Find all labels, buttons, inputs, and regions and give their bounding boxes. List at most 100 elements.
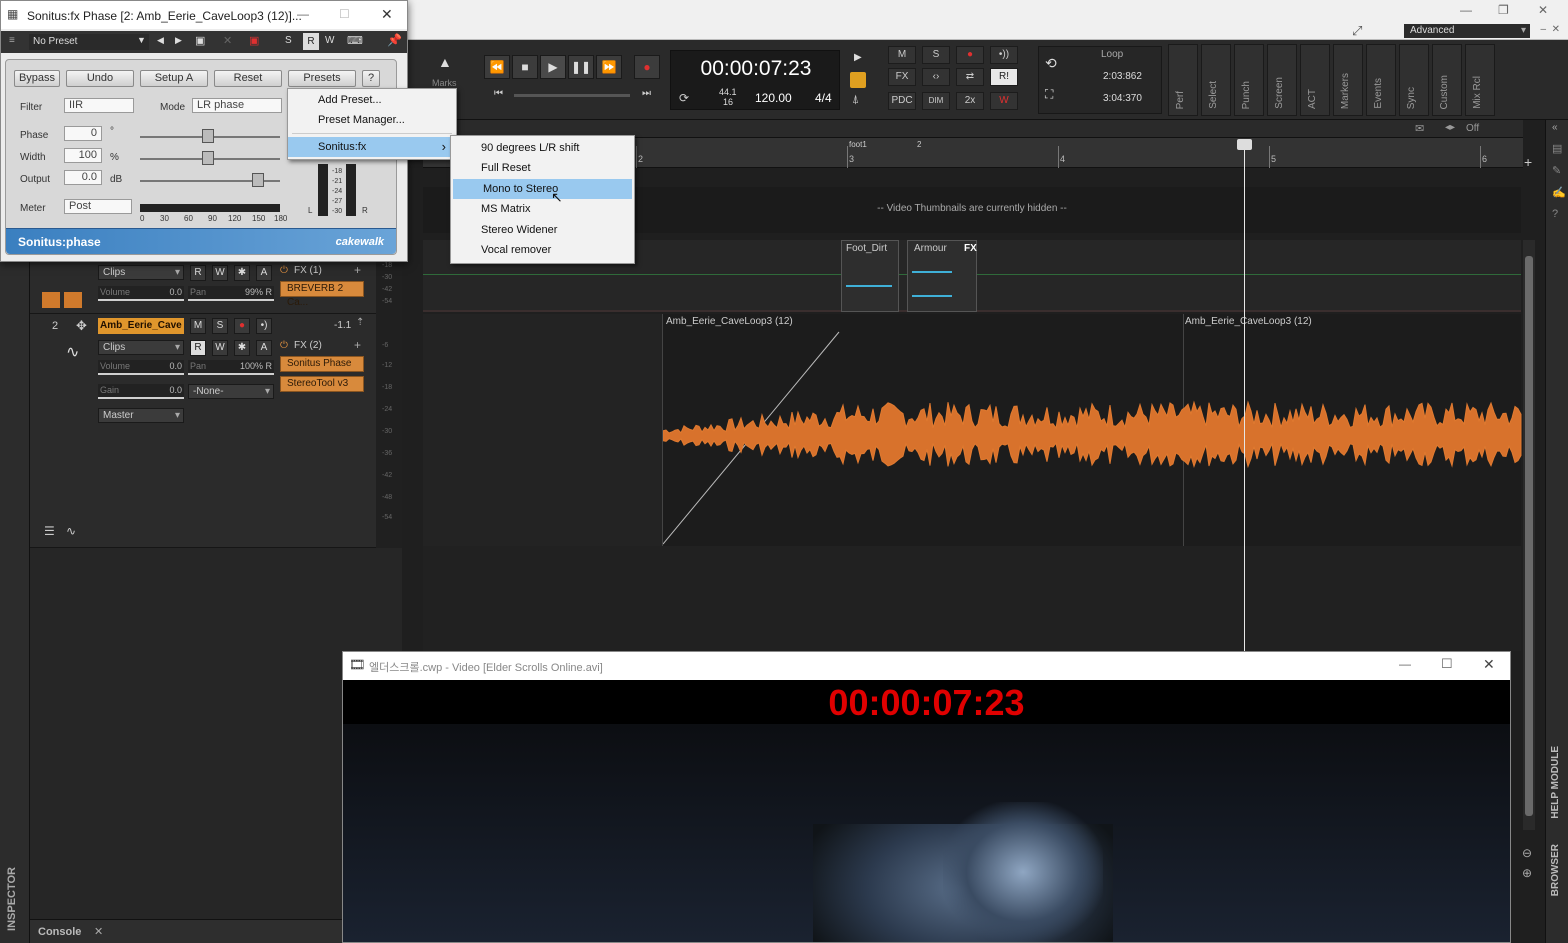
module-tab-custom[interactable]: Custom — [1432, 44, 1462, 116]
input-select[interactable]: -None- — [188, 384, 274, 399]
marks-icon[interactable]: ▲ — [438, 54, 452, 70]
pin-icon[interactable]: 📌 — [387, 33, 402, 47]
module-tab-select[interactable]: Select — [1201, 44, 1231, 116]
track-name[interactable]: Amb_Eerie_Cave — [98, 318, 184, 334]
dim-button[interactable]: DIM — [922, 92, 950, 110]
fx-slot[interactable]: BREVERB 2 Ca... — [280, 281, 364, 308]
record-arm-button[interactable]: ● — [234, 318, 250, 334]
menu-item-add-preset[interactable]: Add Preset... — [288, 90, 456, 110]
fast-forward-button[interactable]: ⏩ — [596, 55, 622, 79]
setup-button[interactable]: Setup A — [140, 70, 208, 87]
empty-track-area[interactable] — [423, 546, 1521, 651]
go-to-start-icon[interactable]: ⏮ — [494, 88, 503, 99]
help-button[interactable]: ? — [362, 70, 380, 87]
collapse-icon[interactable]: « — [1552, 122, 1558, 133]
module-tab-sync[interactable]: Sync — [1399, 44, 1429, 116]
mute-button[interactable]: M — [190, 318, 206, 334]
module-tab-events[interactable]: Events — [1366, 44, 1396, 116]
track-2-header[interactable]: 2 ✥ Amb_Eerie_Cave M S ● •) -1.1 ⇡ ∿ Cli… — [30, 314, 402, 548]
record-arm-button[interactable]: ● — [956, 46, 984, 64]
go-to-end-icon[interactable]: ⏭ — [642, 88, 651, 99]
module-tab-mix-recall[interactable]: Mix Rcl — [1465, 44, 1495, 116]
minimize-icon[interactable]: — — [1399, 657, 1411, 671]
automation-button[interactable]: ⇄ — [956, 68, 984, 86]
menu-item-vocal-remover[interactable]: Vocal remover — [451, 240, 634, 260]
fx-slot[interactable]: Sonitus Phase — [280, 356, 364, 372]
module-tab-punch[interactable]: Punch — [1234, 44, 1264, 116]
fx-bypass-button[interactable]: FX — [888, 68, 916, 86]
undo-button[interactable]: Undo — [66, 70, 134, 87]
close-icon[interactable]: ✕ — [94, 925, 103, 938]
gain-slider[interactable]: Gain 0.0 — [98, 384, 184, 399]
snap-icon[interactable]: ◂▸ — [1445, 122, 1455, 133]
expand-icon[interactable]: ⤢ — [1352, 23, 1362, 39]
maximize-icon[interactable]: ☐ — [1441, 656, 1453, 672]
console-tab[interactable]: Console ✕ — [30, 919, 342, 943]
keyboard-icon[interactable]: ⌨ — [347, 34, 363, 47]
now-time-marker[interactable] — [1237, 139, 1252, 150]
read-button[interactable]: R — [303, 33, 319, 50]
solo-button[interactable]: S — [212, 318, 228, 334]
pan-slider[interactable]: Pan 99% R — [188, 286, 274, 301]
add-fx-icon[interactable]: + — [354, 263, 361, 277]
play-from-icon[interactable]: ▶ — [854, 52, 862, 63]
scroll-thumb[interactable] — [1525, 256, 1533, 816]
loop-end[interactable]: 3:04:370 — [1103, 93, 1142, 104]
output-select[interactable]: Master — [98, 408, 184, 423]
pause-button[interactable]: ❚❚ — [568, 55, 594, 79]
read-button[interactable]: R — [190, 340, 206, 356]
workspace-select[interactable]: Advanced — [1404, 24, 1530, 38]
edit-icon[interactable]: ✍ — [1552, 186, 1566, 199]
width-slider-thumb[interactable] — [202, 151, 214, 165]
module-tab-perf[interactable]: Perf — [1168, 44, 1198, 116]
time-signature[interactable]: 4/4 — [815, 91, 832, 105]
maximize-icon[interactable]: ☐ — [339, 7, 350, 21]
delete-icon[interactable]: ✕ — [223, 34, 232, 47]
module-tab-act[interactable]: ACT — [1300, 44, 1330, 116]
menu-item-mono-to-stereo[interactable]: Mono to Stereo — [453, 179, 632, 199]
help-icon[interactable]: ? — [1552, 208, 1558, 220]
snap-off-label[interactable]: Off — [1466, 123, 1479, 134]
zoom-out-icon[interactable]: ⊖ — [1522, 846, 1532, 860]
power-icon[interactable]: ⏻ — [280, 265, 288, 276]
loop-fit-icon[interactable]: ⛶ — [1045, 87, 1053, 102]
track-2-lane[interactable]: Amb_Eerie_CaveLoop3 (12) Amb_Eerie_CaveL… — [423, 314, 1522, 546]
snapshot-button[interactable]: ✱ — [234, 265, 250, 281]
volume-slider[interactable]: Volume 0.0 — [98, 360, 184, 375]
envelope-icon[interactable]: ✉ — [1415, 122, 1424, 135]
auto-button[interactable]: A — [256, 340, 272, 356]
inspector-tab[interactable]: INSPECTOR — [6, 867, 18, 931]
mute-all-button[interactable]: M — [888, 46, 916, 64]
play-button[interactable]: ▶ — [540, 55, 566, 79]
output-slider-thumb[interactable] — [252, 173, 264, 187]
list-icon[interactable]: ▤ — [1552, 142, 1562, 155]
clip[interactable]: Foot_Dirt — [841, 240, 899, 312]
auto-button[interactable]: A — [256, 265, 272, 281]
write-button[interactable]: W — [212, 340, 228, 356]
input-echo-button[interactable]: •) — [256, 318, 272, 334]
loop-toggle-icon[interactable]: ⟲ — [1045, 55, 1057, 72]
menu-item-sonitus-fx[interactable]: Sonitus:fx — [288, 137, 456, 157]
record-button[interactable]: ● — [634, 55, 660, 79]
volume-slider[interactable]: Volume 0.0 — [98, 286, 184, 301]
marker-flag[interactable]: 2 — [917, 140, 921, 149]
width-field[interactable]: 100 — [64, 148, 102, 163]
minimize-icon[interactable]: — — [297, 7, 309, 21]
snapshot-button[interactable]: ✱ — [234, 340, 250, 356]
add-icon[interactable]: + — [1524, 154, 1532, 170]
read-all-button[interactable]: R! — [990, 68, 1018, 86]
save-icon[interactable]: ▣ — [195, 34, 205, 47]
track-view-select[interactable]: Clips — [98, 265, 184, 280]
power-icon[interactable]: ⏻ — [280, 340, 288, 351]
preset-select[interactable]: No Preset — [29, 34, 149, 50]
pan-slider[interactable]: Pan 100% R — [188, 360, 274, 375]
plugin-titlebar[interactable]: ▦ Sonitus:fx Phase [2: Amb_Eerie_CaveLoo… — [1, 1, 407, 29]
output-field[interactable]: 0.0 — [64, 170, 102, 185]
track-1-header[interactable]: Clips R W ✱ A Volume0.0 Pan99% R ⏻ FX (1… — [30, 258, 402, 314]
solo-button[interactable]: S — [285, 35, 292, 46]
double-button[interactable]: 2x — [956, 92, 984, 110]
close-icon[interactable]: ✕ — [1483, 656, 1495, 673]
pencil-icon[interactable]: ✎ — [1552, 164, 1561, 177]
write-button[interactable]: W — [212, 265, 228, 281]
metronome-icon[interactable]: ⍋ — [852, 92, 859, 107]
